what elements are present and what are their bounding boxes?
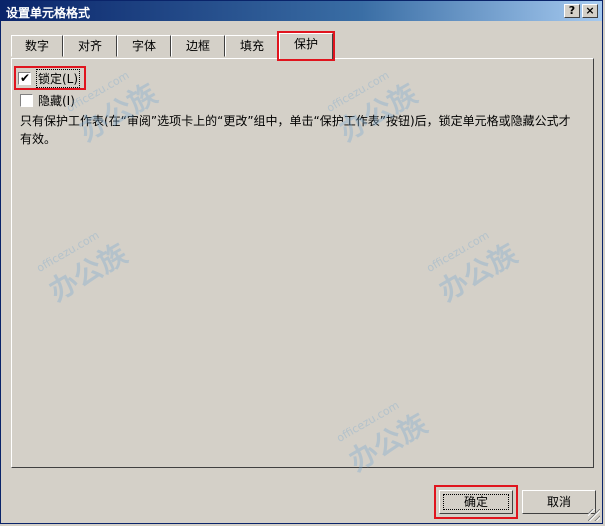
title-bar[interactable]: 设置单元格格式 ? × — [1, 1, 602, 21]
cancel-button[interactable]: 取消 — [522, 490, 596, 514]
tab-font[interactable]: 字体 — [117, 35, 171, 57]
tab-number[interactable]: 数字 — [11, 35, 63, 57]
hidden-row[interactable]: 隐藏(I) — [20, 92, 75, 108]
tab-fill[interactable]: 填充 — [225, 35, 279, 57]
protection-description: 只有保护工作表(在“审阅”选项卡上的“更改”组中，单击“保护工作表”按钮)后，锁… — [20, 114, 571, 146]
tab-alignment[interactable]: 对齐 — [63, 35, 117, 57]
watermark: officezu.com 办公族 — [34, 228, 133, 308]
watermark: officezu.com 办公族 — [424, 228, 523, 308]
resize-grip-icon[interactable] — [588, 509, 600, 521]
ok-button-label: 确定 — [443, 494, 509, 510]
ok-button[interactable]: 确定 — [434, 485, 518, 519]
window-title: 设置单元格格式 — [6, 6, 91, 20]
protection-panel: ✔ 锁定(L) 隐藏(I) 只有保护工作表(在“审阅”选项卡上的“更改”组中，单… — [11, 58, 594, 478]
locked-row[interactable]: ✔ 锁定(L) — [13, 66, 87, 90]
hidden-label[interactable]: 隐藏(I) — [38, 92, 75, 109]
hidden-checkbox[interactable] — [20, 93, 33, 107]
tab-protection[interactable]: 保护 — [277, 31, 335, 61]
format-cells-dialog: 设置单元格格式 ? × 数字 对齐 字体 边框 填充 保护 ✔ 锁定(L) 隐藏… — [0, 0, 603, 524]
help-button[interactable]: ? — [564, 4, 580, 18]
check-mark-icon: ✔ — [20, 70, 31, 85]
locked-checkbox[interactable]: ✔ — [18, 70, 31, 85]
locked-label[interactable]: 锁定(L) — [36, 68, 81, 88]
tab-border[interactable]: 边框 — [171, 35, 225, 57]
close-button[interactable]: × — [582, 4, 598, 18]
watermark: officezu.com 办公族 — [334, 398, 433, 478]
